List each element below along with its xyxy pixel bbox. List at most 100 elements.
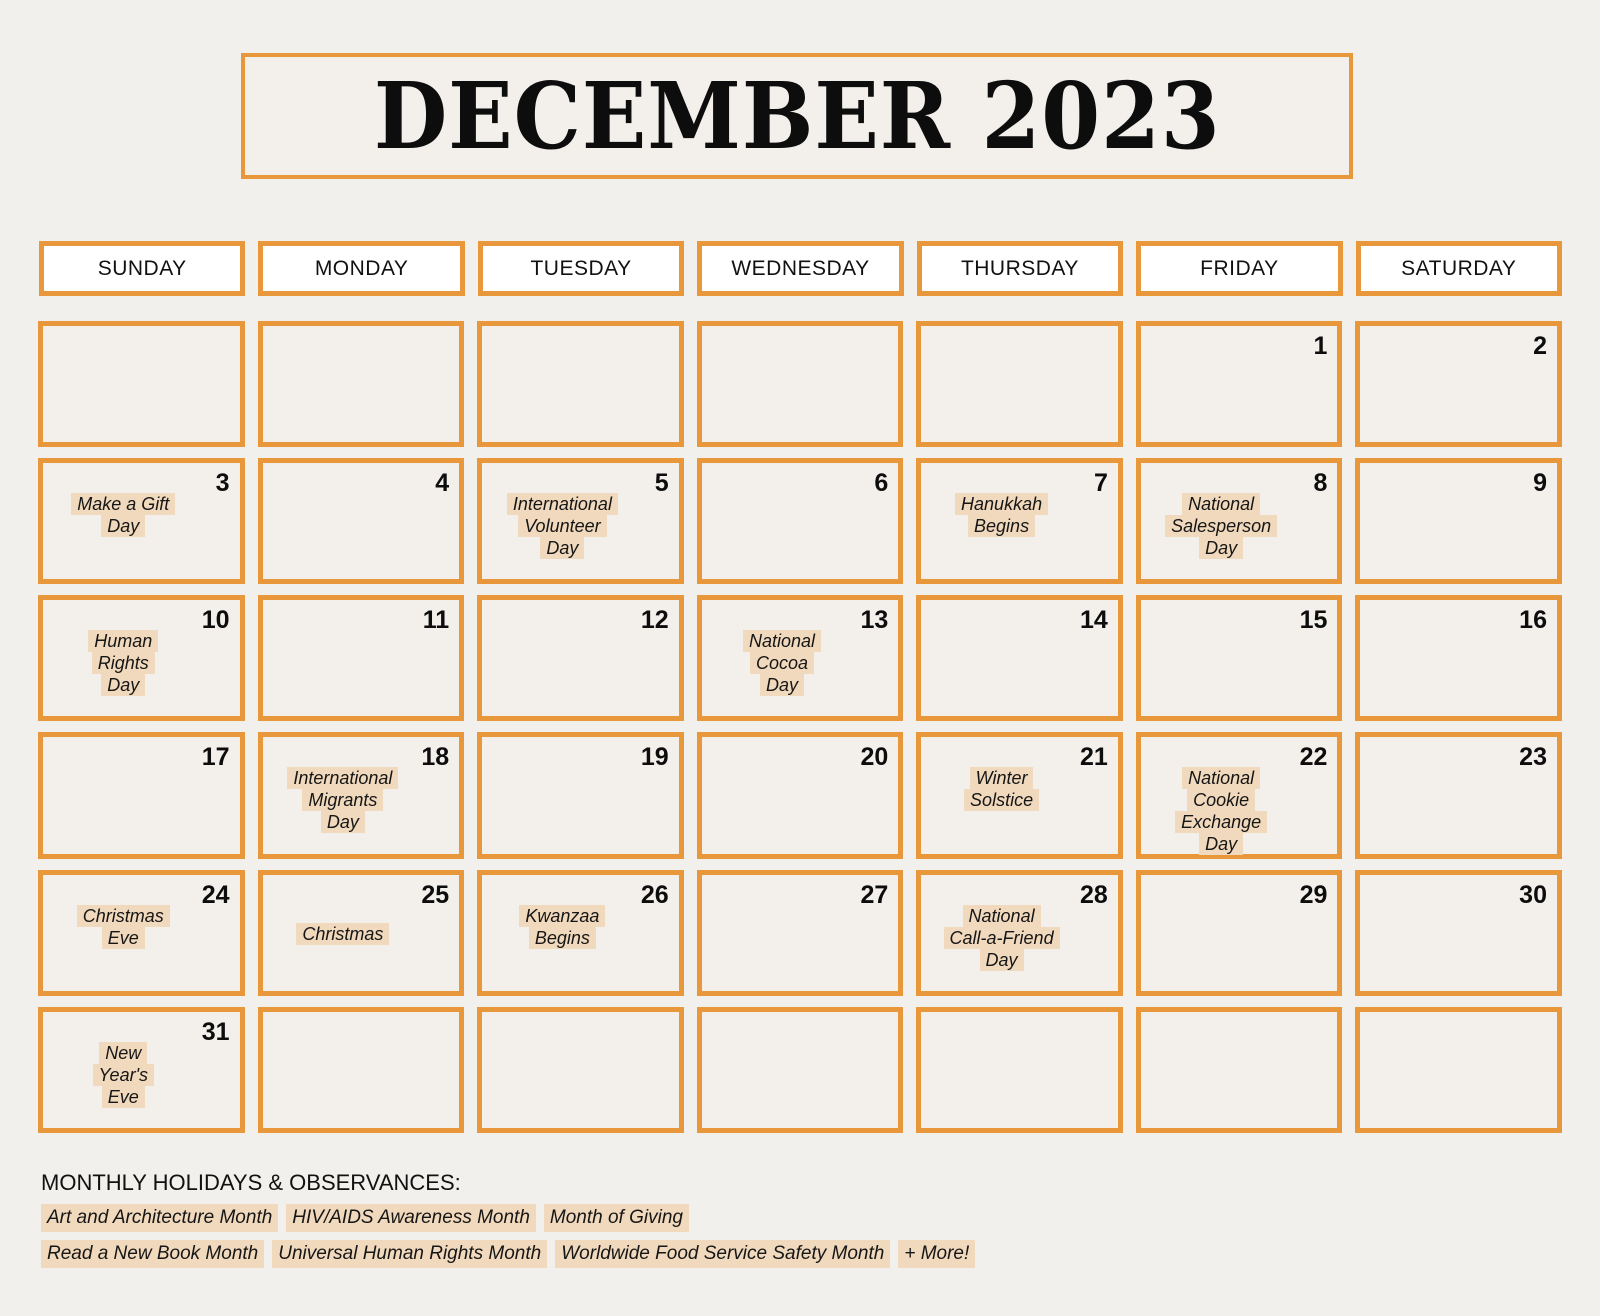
event-label-line: Cocoa [749, 652, 814, 675]
day-cell-7: 7 Hanukkah Begins [916, 458, 1123, 585]
day-cell-28: 28 National Call-a-Friend Day [916, 869, 1123, 996]
event-label-line: Day [759, 674, 804, 697]
monthly-observances-heading: MONTHLY HOLIDAYS & OBSERVANCES: [41, 1170, 461, 1195]
event-label-line: Day [540, 537, 585, 560]
day-cell-3: 3 Make a Gift Day [38, 458, 245, 585]
day-number: 22 [1299, 743, 1328, 772]
event-label-line: New [99, 1041, 148, 1064]
event-label-line: Kwanzaa [519, 904, 606, 927]
day-number: 11 [422, 606, 450, 635]
weekday-wednesday: WEDNESDAY [697, 241, 904, 296]
event-label-line: Rights [91, 652, 155, 675]
day-number: 13 [860, 606, 889, 635]
event-label-line: Make a Gift [71, 493, 176, 516]
day-cell-30: 30 [1355, 869, 1562, 996]
event-label-line: Cookie [1187, 789, 1256, 812]
weekday-tuesday: TUESDAY [477, 241, 685, 296]
observance-tag: Read a New Book Month [41, 1240, 265, 1268]
day-cell-20: 20 [696, 732, 904, 859]
empty-day-cell [696, 1006, 904, 1133]
day-number: 6 [874, 469, 889, 498]
day-cell-9: 9 [1355, 458, 1562, 585]
event-label: Christmas Eve [43, 904, 204, 949]
event-label: National Cocoa Day [702, 630, 863, 697]
event-label-line: Day [101, 515, 146, 538]
observance-tag: Worldwide Food Service Safety Month [555, 1240, 891, 1268]
day-cell-5: 5 International Volunteer Day [477, 458, 684, 585]
day-cell-23: 23 [1355, 732, 1562, 859]
day-number: 2 [1533, 332, 1547, 360]
event-label-line: International [506, 493, 618, 516]
day-number: 20 [860, 743, 889, 772]
day-number: 7 [1093, 469, 1108, 498]
event-label-line: Winter [969, 767, 1034, 790]
day-number: 15 [1299, 606, 1328, 635]
event-label-line: Day [1199, 833, 1244, 856]
event-label-line: Eve [101, 1085, 145, 1108]
calendar-grid: 1 2 3 Make a Gift Day 4 5 International Voluntee… [38, 321, 1562, 1133]
day-cell-29: 29 [1135, 869, 1343, 996]
day-cell-8: 8 National Salesperson Day [1135, 458, 1343, 585]
observance-tag: Art and Architecture Month [41, 1204, 279, 1232]
event-label-line: Year's [92, 1063, 155, 1086]
event-label: Kwanzaa Begins [482, 904, 643, 949]
observance-tag: Universal Human Rights Month [272, 1240, 548, 1268]
day-number: 14 [1080, 606, 1108, 635]
event-label: Christmas [263, 922, 424, 945]
day-cell-10: 10 Human Rights Day [38, 595, 245, 722]
event-label-line: Christmas [76, 904, 170, 927]
event-label-line: Begins [528, 926, 596, 949]
event-label-line: Human [88, 630, 159, 653]
day-cell-1: 1 [1135, 321, 1343, 448]
day-number: 24 [201, 880, 230, 909]
day-number: 17 [201, 743, 230, 772]
empty-day-cell [477, 1006, 684, 1133]
event-label-line: Solstice [964, 789, 1040, 812]
day-cell-18: 18 International Migrants Day [257, 732, 465, 859]
event-label-line: International [287, 767, 399, 790]
title-banner: DECEMBER 2023 [241, 53, 1353, 179]
day-number: 23 [1519, 743, 1547, 772]
empty-day-cell [1355, 1006, 1562, 1133]
day-cell-17: 17 [38, 732, 245, 859]
day-number: 30 [1519, 880, 1547, 909]
observance-tag: Month of Giving [543, 1204, 689, 1232]
event-label: Make a Gift Day [43, 493, 204, 538]
empty-day-cell [38, 321, 245, 448]
day-number: 18 [421, 743, 450, 772]
event-label: Winter Solstice [921, 767, 1082, 812]
weekday-header-row: SUNDAY MONDAY TUESDAY WEDNESDAY THURSDAY… [39, 241, 1562, 296]
event-label-line: National [1182, 493, 1261, 516]
day-number: 28 [1080, 880, 1108, 909]
day-cell-12: 12 [477, 595, 684, 722]
day-cell-4: 4 [257, 458, 465, 585]
event-label-line: Call-a-Friend [943, 926, 1060, 949]
event-label: International Volunteer Day [482, 493, 643, 560]
event-label-line: Eve [101, 926, 145, 949]
day-cell-11: 11 [257, 595, 465, 722]
event-label-line: Salesperson [1165, 515, 1278, 538]
event-label-line: Day [320, 811, 365, 834]
weekday-saturday: SATURDAY [1355, 241, 1562, 296]
day-cell-27: 27 [696, 869, 904, 996]
empty-day-cell [916, 321, 1123, 448]
event-label-line: Volunteer [518, 515, 607, 538]
day-cell-14: 14 [916, 595, 1123, 722]
day-cell-13: 13 National Cocoa Day [696, 595, 904, 722]
monthly-observances: MONTHLY HOLIDAYS & OBSERVANCES: Art and … [41, 1170, 976, 1276]
day-number: 3 [215, 469, 230, 498]
day-number: 8 [1313, 469, 1328, 498]
event-label-line: Day [979, 948, 1024, 971]
empty-day-cell [1135, 1006, 1343, 1133]
day-number: 9 [1533, 469, 1547, 498]
event-label-line: Day [1199, 537, 1244, 560]
event-label-line: Migrants [302, 789, 384, 812]
event-label-line: Begins [968, 515, 1036, 538]
event-label-line: Christmas [296, 922, 390, 945]
day-cell-19: 19 [477, 732, 684, 859]
weekday-thursday: THURSDAY [916, 241, 1124, 296]
day-number: 12 [640, 606, 669, 635]
day-number: 5 [654, 469, 669, 498]
day-cell-22: 22 National Cookie Exchange Day [1135, 732, 1343, 859]
event-label: International Migrants Day [263, 767, 424, 834]
